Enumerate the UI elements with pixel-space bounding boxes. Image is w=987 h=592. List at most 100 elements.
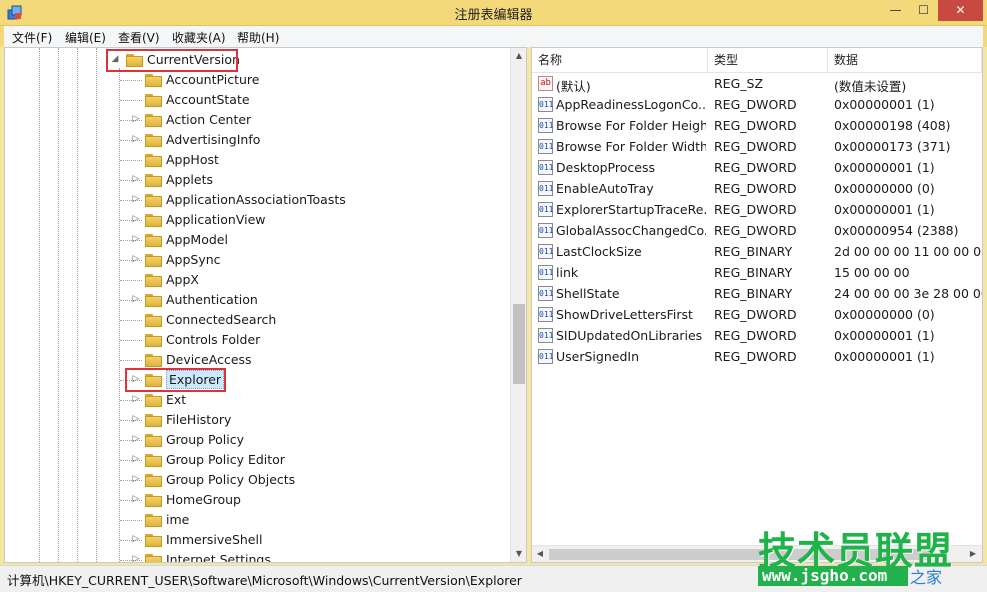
tree-node-label: Applets: [166, 172, 213, 187]
minimize-button[interactable]: —: [882, 0, 909, 21]
binary-value-icon: 011: [538, 244, 553, 259]
value-name: ShellState: [556, 286, 620, 301]
expand-arrow-icon[interactable]: ▷: [131, 214, 141, 224]
value-row[interactable]: 011 UserSignedIn REG_DWORD 0x00000001 (1): [532, 346, 982, 367]
tree-node[interactable]: ▷ Action Center: [5, 110, 485, 130]
value-name: Browse For Folder Width: [556, 139, 706, 154]
tree-node[interactable]: ▷ AppSync: [5, 250, 485, 270]
value-row[interactable]: ab (默认) REG_SZ (数值未设置): [532, 73, 982, 94]
menu-file[interactable]: 文件(F): [12, 29, 52, 46]
tree-node[interactable]: AppX: [5, 270, 485, 290]
binary-value-icon: 011: [538, 160, 553, 175]
value-row[interactable]: 011 Browse For Folder Width REG_DWORD 0x000…: [532, 136, 982, 157]
menu-favorites[interactable]: 收藏夹(A): [172, 29, 226, 46]
tree-node[interactable]: ▷ AppModel: [5, 230, 485, 250]
value-row[interactable]: 011 EnableAutoTray REG_DWORD 0x00000000 (0): [532, 178, 982, 199]
folder-icon: [145, 233, 162, 247]
tree-node[interactable]: ime: [5, 510, 485, 530]
tree-node[interactable]: ConnectedSearch: [5, 310, 485, 330]
value-row[interactable]: 011 SIDUpdatedOnLibraries REG_DWORD 0x00000…: [532, 325, 982, 346]
tree-node[interactable]: ▷ HomeGroup: [5, 490, 485, 510]
tree-node-label: AppX: [166, 272, 199, 287]
close-button[interactable]: ✕: [938, 0, 983, 21]
tree-node-label: Action Center: [166, 112, 252, 127]
tree-node-label: HomeGroup: [166, 492, 241, 507]
expand-arrow-icon[interactable]: ▷: [131, 174, 141, 184]
tree-node[interactable]: Controls Folder: [5, 330, 485, 350]
folder-icon: [145, 273, 162, 287]
tree-node[interactable]: ▷ Group Policy: [5, 430, 485, 450]
tree-node-label: DeviceAccess: [166, 352, 252, 367]
expand-arrow-icon[interactable]: ▷: [131, 534, 141, 544]
tree-node[interactable]: AccountState: [5, 90, 485, 110]
menu-view[interactable]: 查看(V): [118, 29, 160, 46]
expand-arrow-icon[interactable]: ▷: [131, 434, 141, 444]
value-row[interactable]: 011 DesktopProcess REG_DWORD 0x00000001 (1): [532, 157, 982, 178]
title-bar: 注册表编辑器 — ☐ ✕: [0, 0, 987, 26]
tree-node[interactable]: ▷ ApplicationView: [5, 210, 485, 230]
tree-node[interactable]: ▷ AdvertisingInfo: [5, 130, 485, 150]
tree-node[interactable]: ▷ FileHistory: [5, 410, 485, 430]
tree-node[interactable]: ▷ Applets: [5, 170, 485, 190]
tree-node[interactable]: ▷ Internet Settings: [5, 550, 485, 562]
folder-icon: [145, 393, 162, 407]
expand-arrow-icon[interactable]: ▷: [131, 234, 141, 244]
expand-arrow-icon[interactable]: ▷: [131, 554, 141, 562]
expand-arrow-icon[interactable]: ▷: [131, 474, 141, 484]
value-type: REG_DWORD: [714, 202, 797, 217]
expand-arrow-icon[interactable]: ▷: [131, 294, 141, 304]
folder-icon: [145, 133, 162, 147]
tree-node-selected[interactable]: ▷ Explorer: [5, 370, 485, 390]
tree-node[interactable]: ▷ Group Policy Objects: [5, 470, 485, 490]
watermark-subtitle: 之家: [910, 568, 943, 587]
binary-value-icon: 011: [538, 307, 553, 322]
expand-arrow-icon[interactable]: ▷: [131, 254, 141, 264]
value-type: REG_DWORD: [714, 118, 797, 133]
column-header-name[interactable]: 名称: [532, 48, 708, 73]
value-row[interactable]: 011 ShellState REG_BINARY 24 00 00 00 3e 28…: [532, 283, 982, 304]
tree-node[interactable]: AccountPicture: [5, 70, 485, 90]
tree-node-label: ApplicationAssociationToasts: [166, 192, 346, 207]
expand-arrow-icon[interactable]: ▷: [131, 414, 141, 424]
scroll-left-arrow-icon[interactable]: ◀: [532, 546, 548, 562]
folder-icon: [145, 553, 162, 562]
expand-arrow-icon[interactable]: ▷: [131, 394, 141, 404]
value-row[interactable]: 011 ShowDriveLettersFirst REG_DWORD 0x00000…: [532, 304, 982, 325]
column-header-data[interactable]: 数据: [828, 48, 982, 73]
column-header-type[interactable]: 类型: [708, 48, 828, 73]
value-row[interactable]: 011 AppReadinessLogonCo... REG_DWORD 0x0000…: [532, 94, 982, 115]
tree-node[interactable]: ▷ Authentication: [5, 290, 485, 310]
folder-icon: [145, 253, 162, 267]
tree-node-label: FileHistory: [166, 412, 232, 427]
binary-value-icon: 011: [538, 265, 553, 280]
expand-arrow-icon[interactable]: ▷: [131, 114, 141, 124]
tree-node-currentversion[interactable]: ◢ CurrentVersion: [5, 50, 485, 70]
tree-node[interactable]: AppHost: [5, 150, 485, 170]
value-row[interactable]: 011 link REG_BINARY 15 00 00 00: [532, 262, 982, 283]
value-row[interactable]: 011 GlobalAssocChangedCo... REG_DWORD 0x000…: [532, 220, 982, 241]
maximize-button[interactable]: ☐: [910, 0, 937, 21]
value-row[interactable]: 011 LastClockSize REG_BINARY 2d 00 00 00 11…: [532, 241, 982, 262]
expand-arrow-icon[interactable]: ▷: [131, 454, 141, 464]
value-row[interactable]: 011 ExplorerStartupTraceRe... REG_DWORD 0x0…: [532, 199, 982, 220]
expand-arrow-icon[interactable]: ▷: [131, 134, 141, 144]
highlight-box-explorer: [125, 368, 226, 392]
tree-connector: [120, 80, 142, 81]
tree-node[interactable]: ▷ ApplicationAssociationToasts: [5, 190, 485, 210]
tree-node-label: Ext: [166, 392, 187, 407]
tree-node[interactable]: ▷ Group Policy Editor: [5, 450, 485, 470]
menu-edit[interactable]: 编辑(E): [65, 29, 106, 46]
tree-vertical-scrollbar[interactable]: ▲ ▼: [510, 48, 526, 562]
expand-arrow-icon[interactable]: ▷: [131, 194, 141, 204]
menu-help[interactable]: 帮助(H): [237, 29, 279, 46]
tree-node[interactable]: ▷ ImmersiveShell: [5, 530, 485, 550]
value-row[interactable]: 011 Browse For Folder Height REG_DWORD 0x00…: [532, 115, 982, 136]
expand-arrow-icon[interactable]: ▷: [131, 494, 141, 504]
scroll-up-arrow-icon[interactable]: ▲: [511, 48, 527, 64]
tree-node[interactable]: ▷ Ext: [5, 390, 485, 410]
scroll-thumb[interactable]: [513, 304, 525, 384]
tree-node[interactable]: DeviceAccess: [5, 350, 485, 370]
folder-icon: [145, 113, 162, 127]
scroll-down-arrow-icon[interactable]: ▼: [511, 546, 527, 562]
tree-node-label: AppHost: [166, 152, 219, 167]
